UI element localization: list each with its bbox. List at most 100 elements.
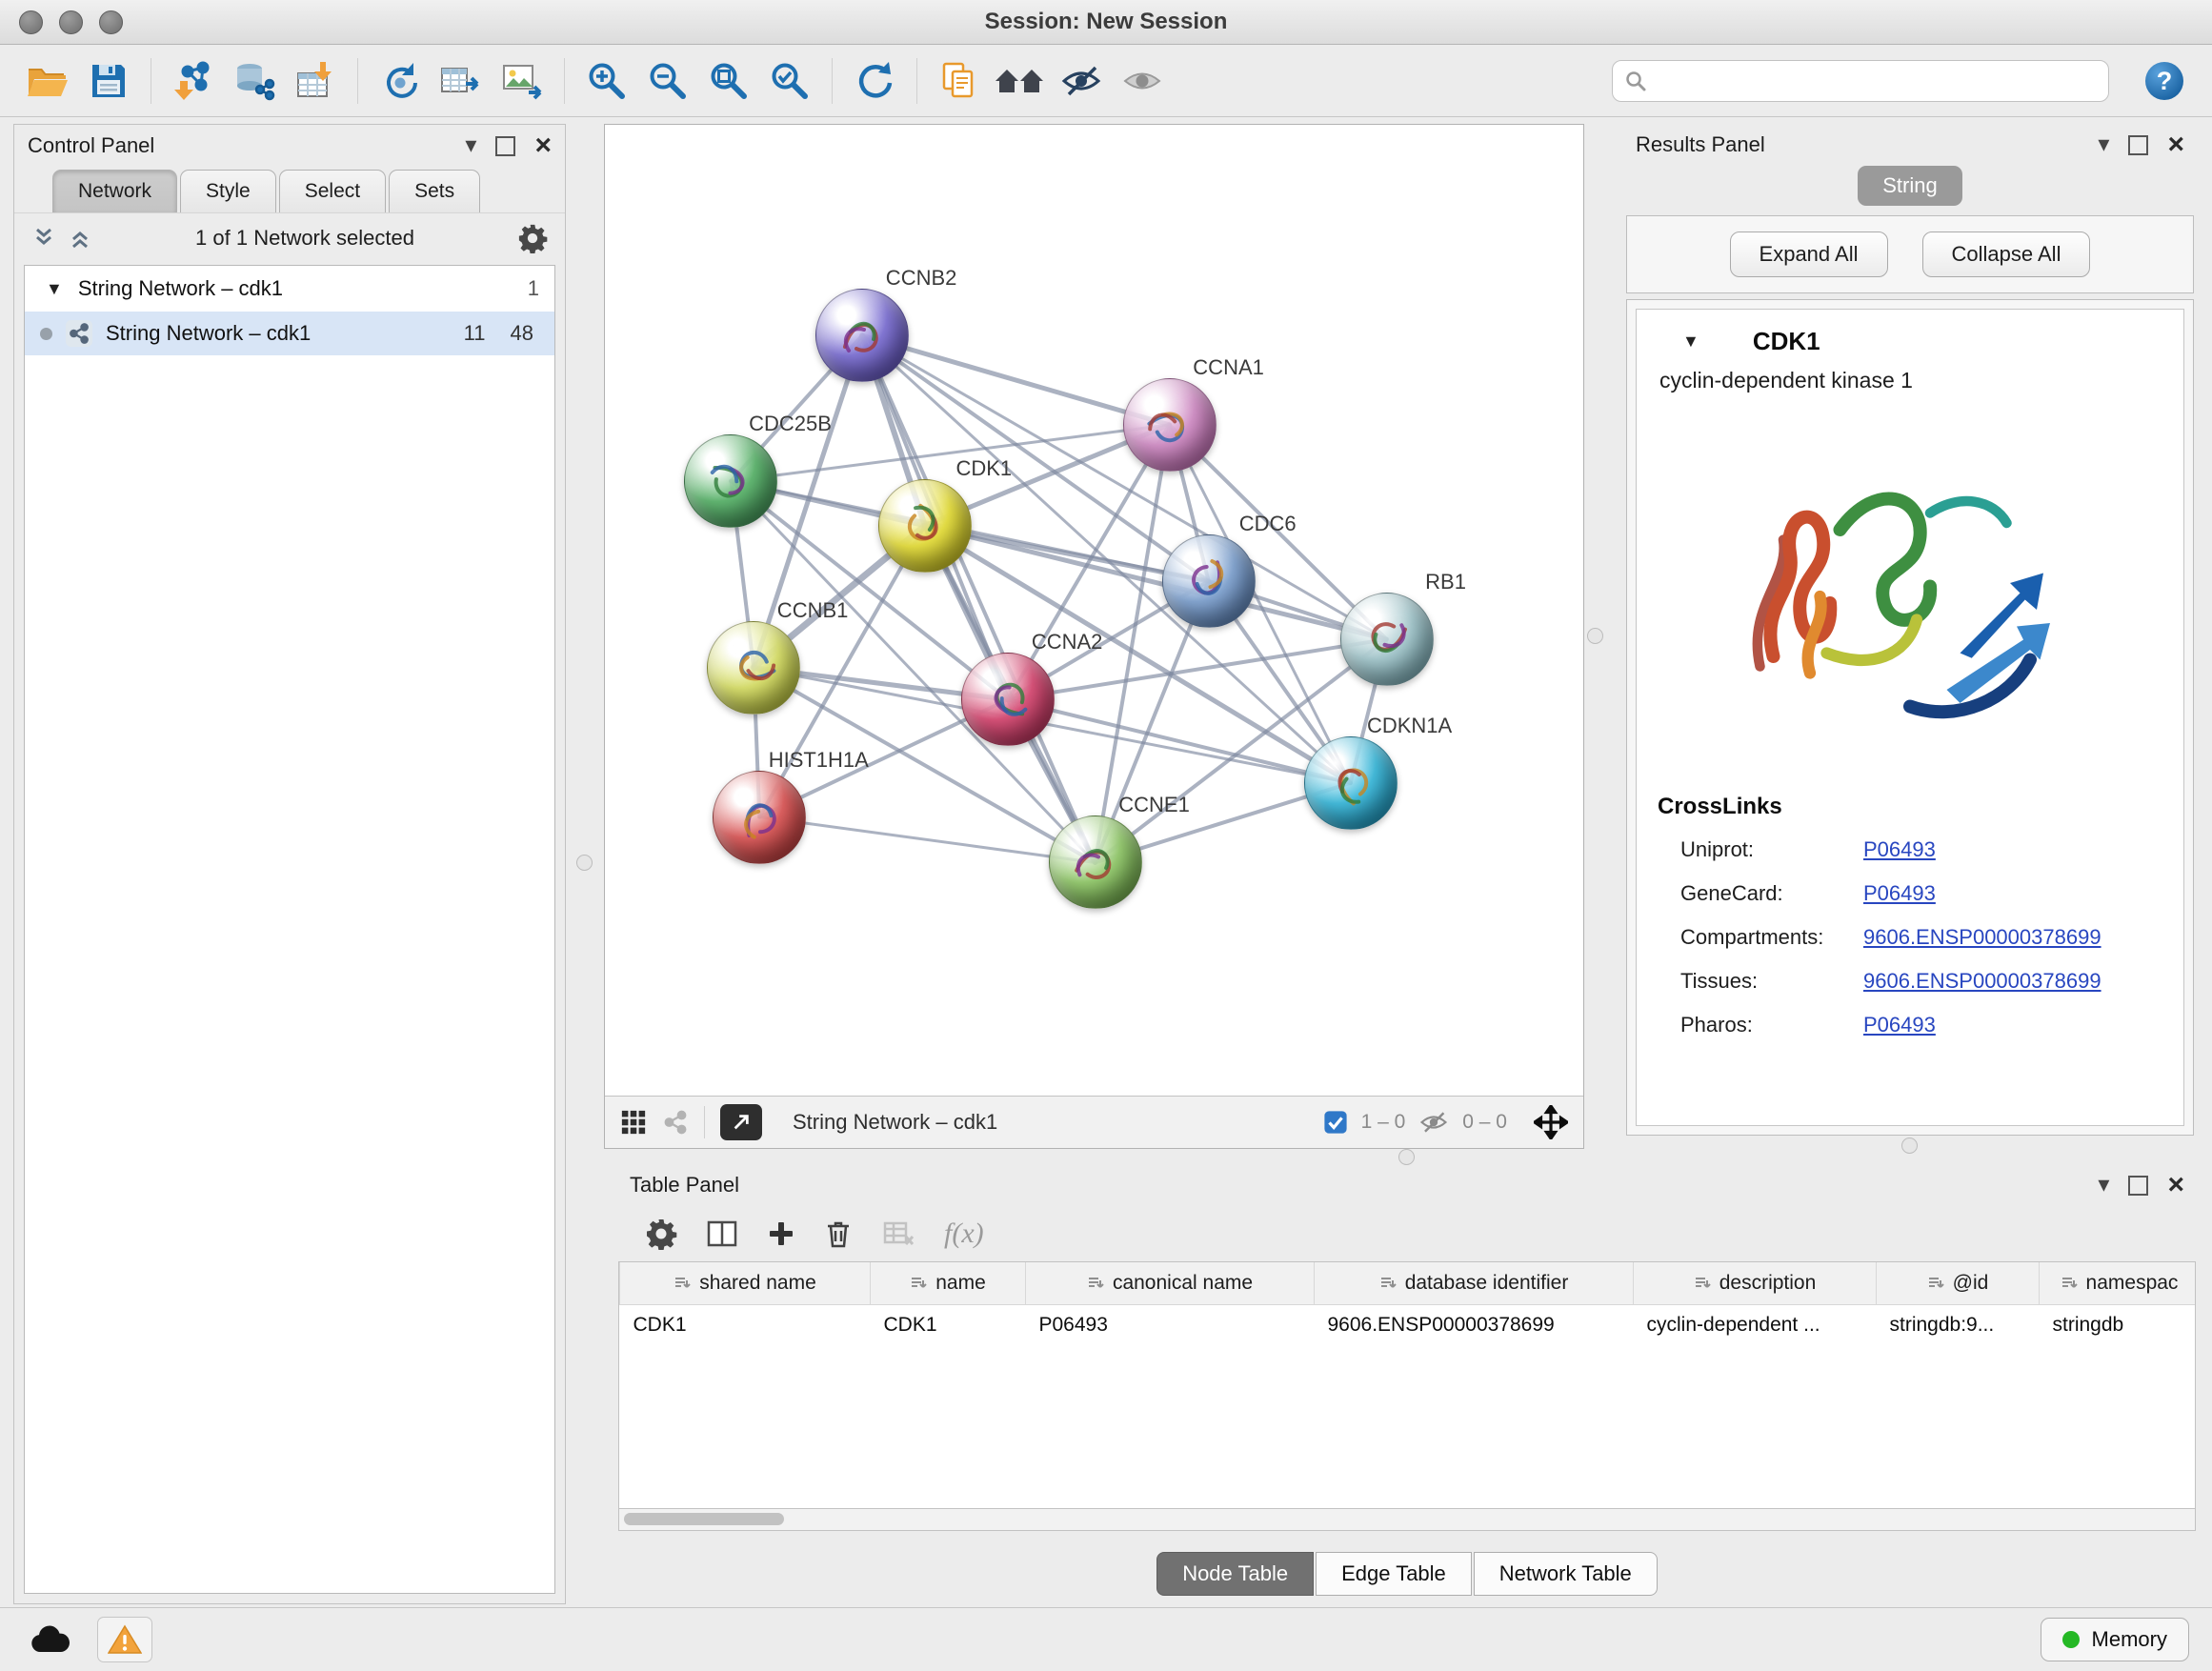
table-row[interactable]: CDK1CDK1P064939606.ENSP00000378699cyclin… (620, 1305, 2197, 1346)
cloud-status-button[interactable] (23, 1618, 76, 1661)
bottom-splitter-handle[interactable] (1398, 1149, 1415, 1165)
export-table-button[interactable] (431, 51, 492, 111)
tab-edge-table[interactable]: Edge Table (1316, 1552, 1472, 1596)
network-node-CDK1[interactable] (878, 479, 972, 573)
maximize-panel-button[interactable] (2128, 1176, 2148, 1196)
tab-sets[interactable]: Sets (389, 170, 480, 212)
table-horizontal-scrollbar[interactable] (618, 1509, 2196, 1531)
tab-style[interactable]: Style (180, 170, 276, 212)
hidden-eye-slash-icon[interactable] (1418, 1109, 1449, 1136)
column-header-database-identifier[interactable]: database identifier (1315, 1262, 1634, 1305)
network-collection-row[interactable]: ▼ String Network – cdk1 1 (25, 266, 554, 312)
copy-document-button[interactable] (929, 51, 990, 111)
tab-network-table[interactable]: Network Table (1474, 1552, 1658, 1596)
close-panel-button[interactable]: × (534, 131, 552, 160)
network-edge[interactable] (862, 335, 1095, 862)
float-panel-button[interactable]: ▾ (465, 134, 476, 157)
string-tab-badge[interactable]: String (1858, 166, 1961, 206)
zoom-selected-button[interactable] (759, 51, 820, 111)
save-session-button[interactable] (78, 51, 139, 111)
network-node-CDKN1A[interactable] (1304, 736, 1398, 830)
help-button[interactable]: ? (2134, 51, 2195, 111)
delete-column-icon[interactable] (824, 1218, 853, 1249)
collapse-all-icon[interactable] (31, 226, 56, 251)
search-input[interactable] (1655, 69, 2097, 93)
open-session-button[interactable] (17, 51, 78, 111)
network-node-CCNA2[interactable] (961, 653, 1055, 746)
network-edge[interactable] (759, 817, 1095, 863)
column-header-name[interactable]: name (871, 1262, 1026, 1305)
column-header-shared-name[interactable]: shared name (620, 1262, 871, 1305)
table-cell[interactable]: cyclin-dependent ... (1634, 1305, 1877, 1346)
table-cell[interactable]: stringdb:9... (1877, 1305, 2040, 1346)
open-in-new-button[interactable] (720, 1104, 762, 1140)
show-columns-icon[interactable] (706, 1218, 738, 1249)
table-cell[interactable]: stringdb (2040, 1305, 2197, 1346)
hide-selection-button[interactable] (1051, 51, 1112, 111)
maximize-panel-button[interactable] (2128, 135, 2148, 155)
import-network-database-button[interactable] (224, 51, 285, 111)
tab-node-table[interactable]: Node Table (1156, 1552, 1314, 1596)
table-cell[interactable]: CDK1 (620, 1305, 871, 1346)
table-settings-gear-icon[interactable] (645, 1218, 677, 1250)
network-node-HIST1H1A[interactable] (713, 771, 806, 864)
crosslink-link[interactable]: P06493 (1863, 881, 1936, 906)
refresh-view-button[interactable] (844, 51, 905, 111)
crosslink-link[interactable]: 9606.ENSP00000378699 (1863, 969, 2101, 994)
memory-button[interactable]: Memory (2041, 1618, 2189, 1661)
float-panel-button[interactable]: ▾ (2098, 133, 2109, 156)
float-panel-button[interactable]: ▾ (2098, 1174, 2109, 1197)
crosslink-link[interactable]: P06493 (1863, 837, 1936, 862)
zoom-in-button[interactable] (576, 51, 637, 111)
gene-disclosure-triangle[interactable]: ▼ (1682, 332, 1699, 352)
column-header-namespac[interactable]: namespac (2040, 1262, 2197, 1305)
expand-all-icon[interactable] (68, 226, 92, 251)
column-header-canonical-name[interactable]: canonical name (1026, 1262, 1315, 1305)
move-crosshair-icon[interactable] (1534, 1105, 1568, 1139)
network-node-CCNA1[interactable] (1123, 378, 1217, 472)
table-cell[interactable]: CDK1 (871, 1305, 1026, 1346)
tab-network[interactable]: Network (52, 170, 177, 212)
collapse-all-button[interactable]: Collapse All (1922, 232, 2091, 277)
right-splitter-handle[interactable] (1587, 628, 1603, 644)
table-cell[interactable]: P06493 (1026, 1305, 1315, 1346)
function-builder-button[interactable]: f(x) (944, 1218, 984, 1250)
warnings-button[interactable] (97, 1617, 152, 1662)
column-header--id[interactable]: @id (1877, 1262, 2040, 1305)
import-network-file-button[interactable] (163, 51, 224, 111)
home-view-button[interactable] (990, 51, 1051, 111)
column-header-description[interactable]: description (1634, 1262, 1877, 1305)
scrollbar-thumb[interactable] (624, 1513, 784, 1525)
new-network-button[interactable] (370, 51, 431, 111)
network-node-CCNB1[interactable] (707, 621, 800, 715)
network-node-CDC6[interactable] (1162, 534, 1256, 628)
network-node-CCNE1[interactable] (1049, 815, 1142, 909)
network-node-CCNB2[interactable] (815, 289, 909, 382)
network-node-CDC25B[interactable] (684, 434, 777, 528)
share-network-icon[interactable] (662, 1109, 689, 1136)
network-node-RB1[interactable] (1340, 593, 1434, 686)
disclosure-triangle-icon[interactable]: ▼ (46, 279, 63, 299)
table-cell[interactable]: 9606.ENSP00000378699 (1315, 1305, 1634, 1346)
add-column-icon[interactable] (767, 1219, 795, 1248)
network-options-gear-icon[interactable] (517, 223, 548, 253)
crosslink-link[interactable]: 9606.ENSP00000378699 (1863, 925, 2101, 950)
network-node-label: CDC6 (1239, 512, 1297, 536)
zoom-fit-button[interactable] (698, 51, 759, 111)
show-selection-button[interactable] (1112, 51, 1173, 111)
maximize-panel-button[interactable] (495, 136, 515, 156)
results-splitter-handle[interactable] (1901, 1137, 1918, 1154)
close-panel-button[interactable]: × (2167, 1171, 2184, 1199)
network-row-selected[interactable]: String Network – cdk1 11 48 (25, 312, 554, 355)
import-table-button[interactable] (285, 51, 346, 111)
tab-select[interactable]: Select (279, 170, 386, 212)
crosslink-link[interactable]: P06493 (1863, 1013, 1936, 1037)
expand-all-button[interactable]: Expand All (1730, 232, 1888, 277)
selected-checkbox-icon[interactable] (1323, 1110, 1348, 1135)
zoom-out-button[interactable] (637, 51, 698, 111)
close-panel-button[interactable]: × (2167, 131, 2184, 159)
export-image-button[interactable] (492, 51, 553, 111)
left-splitter-handle[interactable] (576, 855, 593, 871)
network-canvas[interactable]: CCNB2CCNA1CDC25BCDK1CDC6RB1CCNB1CCNA2CDK… (605, 125, 1583, 1096)
grid-view-icon[interactable] (620, 1109, 647, 1136)
